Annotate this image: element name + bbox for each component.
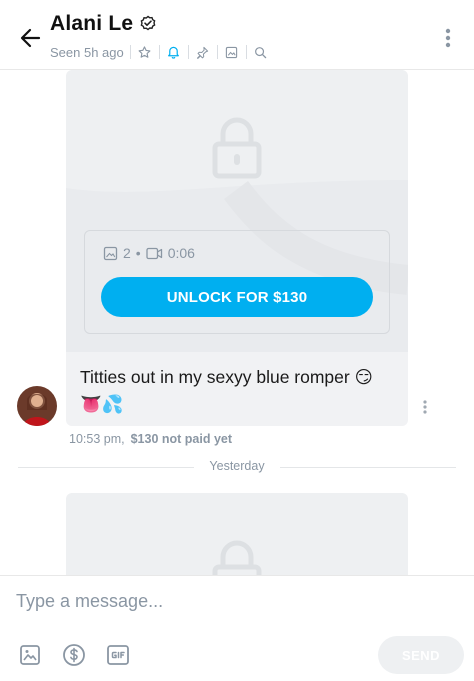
unlock-button[interactable]: UNLOCK FOR $130: [101, 277, 373, 317]
star-icon[interactable]: [137, 44, 153, 60]
video-duration: 0:06: [167, 245, 195, 261]
contact-name[interactable]: Alani Le: [50, 12, 133, 36]
title-row: Alani Le: [50, 12, 157, 36]
divider: [158, 45, 160, 59]
divider: [245, 45, 247, 59]
search-icon[interactable]: [253, 44, 269, 60]
bell-icon[interactable]: [166, 44, 182, 60]
message-meta: 10:53 pm, $130 not paid yet: [69, 432, 232, 446]
avatar-image: [17, 386, 57, 426]
pin-icon[interactable]: [195, 44, 211, 60]
divider-line: [18, 467, 194, 468]
lock-icon: [212, 540, 262, 575]
message-time: 10:53 pm,: [69, 432, 125, 446]
unlock-panel: 2 • 0:06 UNLOCK FOR $130: [84, 230, 390, 334]
send-tip-button[interactable]: [62, 643, 86, 667]
divider: [216, 45, 218, 59]
message-options-button[interactable]: [419, 398, 431, 416]
media-info: 2 • 0:06: [103, 245, 195, 261]
locked-media-card: 2 • 0:06 UNLOCK FOR $130: [66, 70, 408, 352]
message-bubble[interactable]: Titties out in my sexyy blue romper 😏👅💦: [66, 352, 408, 426]
last-seen-status: Seen 5h ago: [50, 44, 124, 60]
more-options-button[interactable]: [438, 26, 458, 50]
date-label: Yesterday: [201, 459, 273, 473]
chat-area[interactable]: 2 • 0:06 UNLOCK FOR $130 Titties out in …: [0, 70, 474, 575]
gallery-icon[interactable]: [224, 44, 240, 60]
message-text: Titties out in my sexyy blue romper 😏👅💦: [80, 367, 373, 414]
locked-media-card: [66, 493, 408, 575]
arrow-left-icon: [20, 28, 41, 48]
gif-icon: [107, 645, 129, 665]
lock-icon: [212, 117, 262, 179]
price-status: $130 not paid yet: [130, 432, 233, 446]
divider: [187, 45, 189, 59]
status-row: Seen 5h ago: [50, 44, 269, 60]
video-icon: [146, 247, 162, 259]
avatar[interactable]: [17, 386, 57, 426]
kebab-menu-icon: [423, 400, 427, 414]
divider: [129, 45, 131, 59]
message-input[interactable]: [16, 586, 456, 616]
info-separator: •: [135, 245, 141, 261]
dollar-icon: [63, 644, 85, 666]
photo-count: 2: [123, 245, 131, 261]
image-icon: [103, 246, 118, 260]
divider-line: [280, 467, 456, 468]
kebab-menu-icon: [445, 28, 451, 48]
gif-button[interactable]: [106, 643, 130, 667]
message-composer: SEND: [0, 575, 474, 681]
send-button[interactable]: SEND: [378, 636, 464, 674]
date-divider: Yesterday: [18, 459, 456, 473]
attach-image-button[interactable]: [18, 643, 42, 667]
chat-header: Alani Le Seen 5h ago: [0, 0, 474, 70]
back-button[interactable]: [14, 22, 46, 54]
image-icon: [20, 645, 40, 665]
verified-badge-icon: [140, 15, 156, 31]
